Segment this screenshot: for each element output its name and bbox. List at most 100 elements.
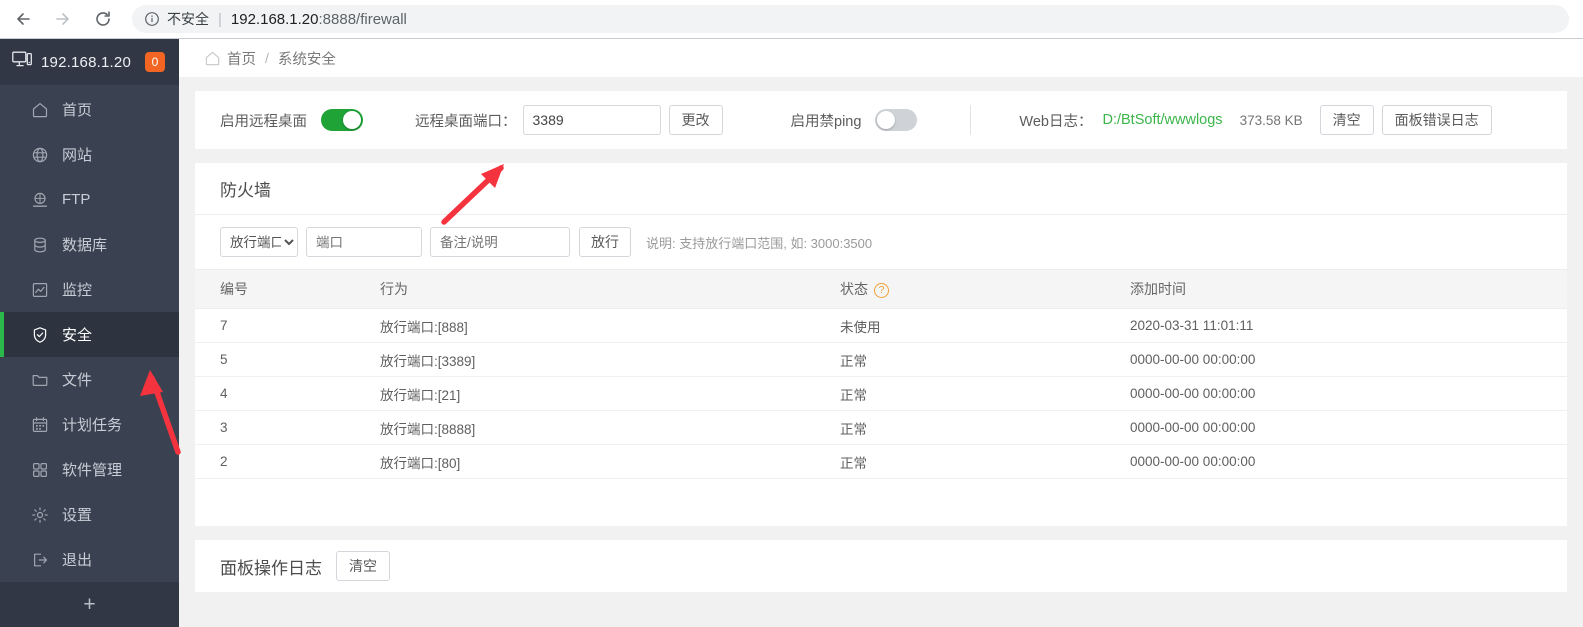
forward-button[interactable] [46, 2, 80, 36]
cell-action: 放行端口:[3389] [380, 342, 840, 377]
clear-weblog-button[interactable]: 清空 [1319, 105, 1374, 135]
sidebar: 192.168.1.20 0 首页 网站 FTP 数据库 监控 安全 文件 计划… [0, 39, 179, 627]
sidebar-item-software[interactable]: 软件管理 [0, 447, 179, 492]
firewall-note-input[interactable] [430, 227, 570, 257]
cell-id: 4 [195, 376, 380, 411]
omnibox-separator: | [218, 10, 222, 28]
rdp-port-label: 远程桌面端口： [415, 113, 517, 130]
sidebar-item-label: 文件 [62, 372, 93, 389]
main-content: 首页 / 系统安全 启用远程桌面 远程桌面端口： 更改 启用禁ping Web日… [179, 39, 1583, 627]
url-path: :8888/firewall [318, 10, 407, 28]
sidebar-item-label: FTP [62, 191, 91, 208]
globe-icon [30, 145, 50, 165]
table-row[interactable]: 7 放行端口:[888] 未使用 2020-03-31 11:01:11 [195, 308, 1567, 343]
cell-status: 正常 [840, 444, 1130, 479]
sidebar-item-label: 数据库 [62, 237, 108, 254]
cell-id: 2 [195, 444, 380, 479]
firewall-panel: 防火墙 放行端口 放行 说明: 支持放行端口范围, 如: 3000:3500 编… [195, 163, 1567, 526]
firewall-allow-button[interactable]: 放行 [579, 227, 631, 257]
firewall-add-rule-form: 放行端口 放行 说明: 支持放行端口范围, 如: 3000:3500 [195, 215, 1567, 269]
table-row[interactable]: 4 放行端口:[21] 正常 0000-00-00 00:00:00 [195, 376, 1567, 411]
table-row[interactable]: 3 放行端口:[8888] 正常 0000-00-00 00:00:00 [195, 410, 1567, 445]
gear-icon [30, 505, 50, 525]
cell-action: 放行端口:[8888] [380, 410, 840, 445]
panel-operation-log: 面板操作日志 清空 [195, 540, 1567, 592]
question-circle-icon[interactable]: ? [874, 282, 889, 298]
cell-time: 0000-00-00 00:00:00 [1130, 410, 1567, 445]
clear-panel-log-button[interactable]: 清空 [336, 551, 390, 581]
forward-arrow-icon [53, 9, 73, 29]
panel-log-title: 面板操作日志 [220, 558, 322, 578]
sidebar-item-label: 退出 [62, 552, 93, 569]
sidebar-item-files[interactable]: 文件 [0, 357, 179, 402]
reload-button[interactable] [86, 2, 120, 36]
cell-id: 7 [195, 308, 380, 343]
ping-enable-toggle[interactable] [875, 109, 918, 131]
column-header-status-label: 状态 [840, 281, 868, 297]
sidebar-item-home[interactable]: 首页 [0, 87, 179, 132]
firewall-action-select[interactable]: 放行端口 [220, 227, 298, 257]
change-port-button[interactable]: 更改 [668, 105, 723, 135]
sidebar-item-security[interactable]: 安全 [0, 312, 179, 357]
sidebar-item-label: 设置 [62, 507, 93, 524]
home-icon [30, 100, 50, 120]
sidebar-item-website[interactable]: 网站 [0, 132, 179, 177]
table-row[interactable]: 2 放行端口:[80] 正常 0000-00-00 00:00:00 [195, 444, 1567, 479]
breadcrumb-separator: / [265, 50, 269, 66]
firewall-header: 防火墙 [195, 163, 1567, 215]
cell-status: 未使用 [840, 308, 1130, 343]
sidebar-item-label: 安全 [62, 327, 93, 344]
sidebar-item-monitor[interactable]: 监控 [0, 267, 179, 312]
sidebar-item-logout[interactable]: 退出 [0, 537, 179, 582]
column-header-status: 状态? [840, 269, 1130, 309]
table-header-row: 编号 行为 状态? 添加时间 [195, 269, 1567, 309]
sidebar-item-settings[interactable]: 设置 [0, 492, 179, 537]
firewall-hint: 说明: 支持放行端口范围, 如: 3000:3500 [646, 235, 873, 251]
cell-status: 正常 [840, 410, 1130, 445]
firewall-port-input[interactable] [306, 227, 422, 257]
calendar-icon [30, 415, 50, 435]
sidebar-item-ftp[interactable]: FTP [0, 177, 179, 222]
host-badge: 0 [145, 52, 165, 72]
panel-error-log-button[interactable]: 面板错误日志 [1381, 105, 1492, 135]
cell-status: 正常 [840, 376, 1130, 411]
toggle-knob [877, 111, 896, 129]
toolbar-divider [970, 105, 972, 135]
shield-check-icon [30, 325, 50, 345]
sidebar-item-crontab[interactable]: 计划任务 [0, 402, 179, 447]
breadcrumb-current: 系统安全 [277, 51, 336, 68]
rdp-enable-toggle[interactable] [321, 109, 363, 131]
security-toolbar: 启用远程桌面 远程桌面端口： 更改 启用禁ping Web日志： D:/BtSo… [195, 91, 1567, 149]
cell-time: 2020-03-31 11:01:11 [1130, 308, 1567, 343]
sidebar-item-label: 监控 [62, 282, 93, 299]
spacer [179, 149, 1583, 163]
ping-enable-label: 启用禁ping [790, 113, 862, 130]
sidebar-add-button[interactable]: + [0, 582, 179, 627]
address-bar[interactable]: 不安全 | 192.168.1.20 :8888/firewall [132, 5, 1569, 33]
weblog-path: D:/BtSoft/wwwlogs [1102, 112, 1223, 128]
logout-icon [30, 550, 50, 570]
sidebar-item-database[interactable]: 数据库 [0, 222, 179, 267]
grid-icon [30, 460, 50, 480]
folder-icon [30, 370, 50, 390]
cell-action: 放行端口:[888] [380, 308, 840, 343]
rdp-port-input[interactable] [522, 105, 661, 135]
cell-time: 0000-00-00 00:00:00 [1130, 444, 1567, 479]
sidebar-host-header[interactable]: 192.168.1.20 0 [0, 39, 179, 85]
column-header-time: 添加时间 [1130, 269, 1567, 309]
sidebar-item-label: 网站 [62, 147, 93, 164]
info-circle-icon[interactable] [144, 11, 160, 27]
breadcrumb: 首页 / 系统安全 [179, 39, 1583, 77]
chart-icon [30, 280, 50, 300]
url-host: 192.168.1.20 [230, 10, 319, 28]
ftp-icon [30, 190, 50, 210]
cell-time: 0000-00-00 00:00:00 [1130, 376, 1567, 411]
column-header-action: 行为 [380, 269, 840, 309]
cell-action: 放行端口:[21] [380, 376, 840, 411]
firewall-title: 防火墙 [220, 181, 271, 200]
back-button[interactable] [6, 2, 40, 36]
database-icon [30, 235, 50, 255]
table-row[interactable]: 5 放行端口:[3389] 正常 0000-00-00 00:00:00 [195, 342, 1567, 377]
sidebar-host-name: 192.168.1.20 [41, 53, 131, 71]
breadcrumb-home[interactable]: 首页 [227, 48, 256, 69]
